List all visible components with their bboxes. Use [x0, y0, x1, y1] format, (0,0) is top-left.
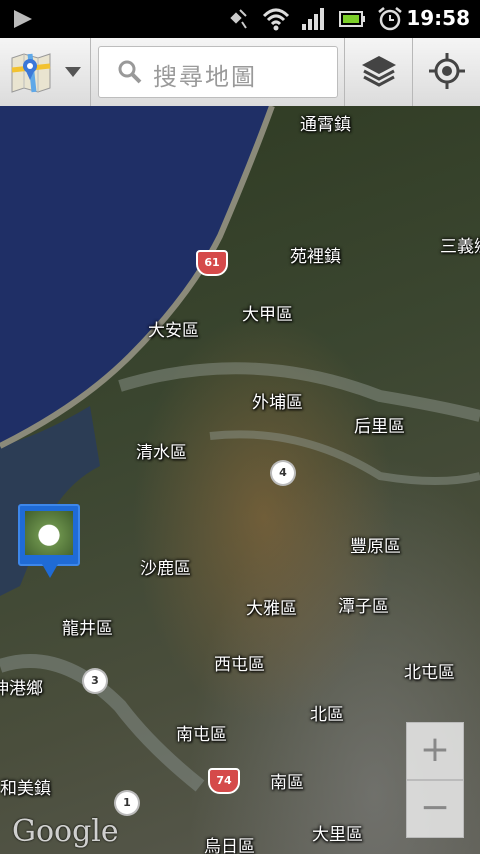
zoom-in-button[interactable]: +: [406, 722, 464, 780]
my-location-button[interactable]: [414, 38, 480, 106]
place-label: 清水區: [136, 443, 187, 463]
flower-photo-thumbnail: [25, 511, 73, 555]
place-label: 苑裡鎮: [290, 247, 341, 267]
place-label: 外埔區: [252, 393, 303, 413]
road-shield-61: 61: [196, 250, 228, 276]
top-toolbar: 搜尋地圖: [0, 38, 480, 107]
maps-menu-button[interactable]: [0, 38, 90, 106]
layers-icon: [362, 56, 396, 87]
my-location-icon: [429, 53, 465, 89]
maps-app-icon: [11, 53, 51, 93]
photo-marker[interactable]: [18, 504, 80, 578]
toolbar-divider: [412, 38, 413, 106]
place-label: 后里區: [354, 417, 405, 437]
media-play-icon: [14, 10, 32, 28]
place-label: 大甲區: [242, 305, 293, 325]
place-label: 伸港鄉: [0, 679, 43, 699]
signal-icon: [302, 8, 324, 30]
place-label: 和美鎮: [0, 779, 51, 799]
place-label: 北屯區: [404, 663, 455, 683]
toolbar-divider: [344, 38, 345, 106]
search-input[interactable]: 搜尋地圖: [98, 46, 338, 98]
road-shield-3: 3: [84, 670, 106, 692]
place-label: 潭子區: [338, 597, 389, 617]
place-label: 大里區: [312, 825, 363, 845]
place-label: 西屯區: [214, 655, 265, 675]
place-label: 南區: [270, 773, 304, 793]
place-label: 沙鹿區: [140, 559, 191, 579]
wifi-icon: [262, 8, 290, 31]
battery-icon: [339, 11, 365, 27]
status-bar: 19:58: [0, 0, 480, 38]
search-placeholder: 搜尋地圖: [153, 63, 257, 91]
search-icon: [118, 60, 142, 84]
zoom-out-button[interactable]: −: [406, 780, 464, 838]
place-label: 南屯區: [176, 725, 227, 745]
alarm-icon: [378, 7, 402, 31]
dropdown-icon: [65, 67, 81, 77]
place-label: 三義鄉: [440, 237, 480, 257]
layers-button[interactable]: [346, 38, 412, 106]
road-shield-4: 4: [272, 462, 294, 484]
place-label: 通霄鎮: [300, 115, 351, 135]
gps-icon: [230, 9, 247, 29]
place-label: 龍井區: [62, 619, 113, 639]
marker-pointer-icon: [42, 564, 58, 578]
road-shield-1: 1: [116, 792, 138, 814]
place-label: 大雅區: [246, 599, 297, 619]
place-label: 烏日區: [204, 837, 255, 854]
satellite-map[interactable]: 通霄鎮 苑裡鎮 三義鄉 大安區 大甲區 外埔區 后里區 清水區 豐原區 沙鹿區 …: [0, 106, 480, 854]
place-label: 大安區: [148, 321, 199, 341]
place-label: 豐原區: [350, 537, 401, 557]
place-label: 北區: [310, 705, 344, 725]
status-time: 19:58: [406, 6, 470, 30]
toolbar-divider: [90, 38, 91, 106]
google-logo: Google: [12, 814, 119, 849]
road-shield-74: 74: [208, 768, 240, 794]
